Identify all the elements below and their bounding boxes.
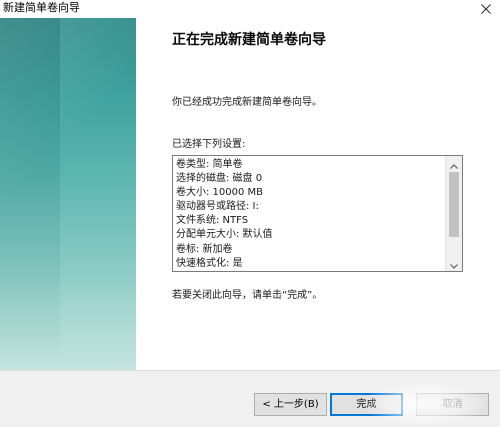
- finish-button[interactable]: 完成: [330, 393, 403, 416]
- scroll-down-button[interactable]: [446, 256, 462, 271]
- cancel-button[interactable]: 取消: [416, 393, 489, 416]
- scroll-up-button[interactable]: [446, 156, 462, 171]
- settings-item: 文件系统: NTFS: [176, 215, 249, 227]
- banner-shade: [0, 18, 60, 370]
- window-title: 新建简单卷向导: [3, 1, 80, 14]
- settings-item: 卷标: 新加卷: [176, 243, 233, 255]
- settings-list: 卷类型: 简单卷 选择的磁盘: 磁盘 0 卷大小: 10000 MB 驱动器号或…: [176, 158, 444, 271]
- settings-item: 选择的磁盘: 磁盘 0: [176, 173, 263, 185]
- chevron-up-icon: [450, 156, 458, 173]
- wizard-window: 新建简单卷向导 正在完成新建简单卷向导 你已经成功完成新建简单卷向导。 已选择下…: [0, 0, 500, 427]
- button-bar: < 上一步(B) 完成 取消: [0, 370, 500, 427]
- wizard-banner-image: [0, 18, 136, 370]
- settings-item: 快速格式化: 是: [176, 257, 243, 269]
- close-icon: [481, 4, 491, 14]
- vertical-scrollbar[interactable]: [445, 156, 462, 271]
- page-title: 正在完成新建简单卷向导: [172, 32, 326, 48]
- wizard-content: 正在完成新建简单卷向导 你已经成功完成新建简单卷向导。 已选择下列设置: 卷类型…: [136, 18, 500, 370]
- title-bar: 新建简单卷向导: [0, 0, 500, 18]
- close-instruction: 若要关闭此向导，请单击“完成”。: [172, 290, 323, 301]
- scroll-thumb[interactable]: [449, 172, 459, 237]
- settings-item: 卷大小: 10000 MB: [176, 187, 264, 199]
- settings-item: 分配单元大小: 默认值: [176, 229, 273, 241]
- settings-item: 卷类型: 简单卷: [176, 159, 243, 170]
- completion-message: 你已经成功完成新建简单卷向导。: [172, 97, 322, 108]
- close-button[interactable]: [472, 0, 500, 18]
- chevron-down-icon: [450, 254, 458, 271]
- settings-listbox[interactable]: 卷类型: 简单卷 选择的磁盘: 磁盘 0 卷大小: 10000 MB 驱动器号或…: [172, 155, 463, 272]
- settings-item: 驱动器号或路径: I:: [176, 201, 259, 213]
- back-button[interactable]: < 上一步(B): [254, 393, 327, 416]
- settings-label: 已选择下列设置:: [172, 139, 246, 150]
